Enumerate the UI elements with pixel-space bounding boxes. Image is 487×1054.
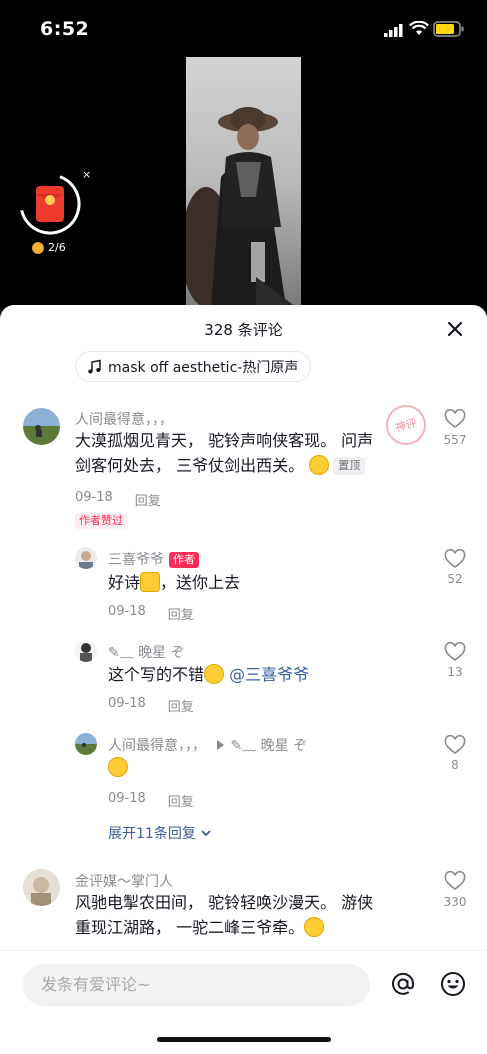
crying-laughing-emoji-icon (108, 757, 128, 777)
avatar[interactable] (23, 869, 60, 906)
author-liked-badge: 作者赞过 (75, 513, 127, 529)
coin-icon (32, 241, 44, 254)
reply-button[interactable]: 回复 (168, 604, 194, 623)
chevron-down-icon (201, 830, 211, 837)
home-indicator[interactable] (157, 1037, 331, 1042)
reply-user-name-text: 三喜爷爷 (108, 552, 164, 568)
comments-count-title: 328 条评论 (204, 321, 283, 339)
music-note-icon (88, 359, 101, 373)
heart-icon[interactable] (444, 871, 466, 891)
reply-arrow-icon (217, 740, 225, 750)
expand-replies-button[interactable]: 展开11条回复 (108, 823, 212, 843)
reply-text-content: 这个写的不错 (108, 665, 205, 684)
comment-text-line-2: 剑客何处去， 三爷仗剑出西关。 置顶 (75, 453, 415, 478)
reply-date: 09-18 (108, 604, 146, 619)
reply-button[interactable]: 回复 (168, 696, 194, 715)
thumbs-up-emoji-icon (140, 572, 161, 592)
comment-user-name[interactable]: 金评媒～掌门人 (75, 871, 173, 891)
red-packet-widget[interactable] (18, 172, 82, 236)
avatar[interactable] (75, 733, 97, 755)
avatar-image (75, 733, 97, 755)
laughing-emoji-icon (204, 664, 225, 684)
like-count: 8 (451, 758, 459, 772)
reply-text-content: 好诗 (108, 573, 141, 592)
mention-link[interactable]: @三喜爷爷 (229, 665, 309, 684)
music-label: mask off aesthetic-热门原声 (108, 359, 299, 376)
like-count: 557 (443, 433, 467, 447)
reply-text-suffix: ，送你上去 (160, 573, 241, 592)
expand-replies-label: 展开11条回复 (108, 826, 196, 842)
status-bar: 6:52 (0, 0, 487, 58)
avatar[interactable] (75, 547, 97, 569)
red-packet-close-button[interactable]: × (82, 168, 91, 181)
crying-laughing-emoji-icon (304, 917, 325, 937)
heart-icon[interactable] (444, 735, 466, 755)
status-time: 6:52 (40, 18, 90, 40)
avatar-image (23, 869, 60, 906)
red-packet-count: 2/6 (48, 241, 66, 254)
avatar-image (23, 408, 60, 445)
reply-user-name-text: 人间最得意，，， (108, 738, 206, 754)
avatar-image (75, 640, 97, 662)
avatar[interactable] (23, 408, 60, 445)
battery-icon (433, 21, 464, 37)
reply-user-name[interactable]: ✎﹏ 晚星 ぞ (108, 642, 185, 662)
video-preview[interactable] (186, 57, 301, 307)
heart-icon[interactable] (444, 549, 466, 569)
comment-text-line: 风驰电掣农田间， 驼铃轻唤沙漫天。 游侠 (75, 893, 374, 912)
comment-text-line: 大漠孤烟见青天， 驼铃声响侠客现。 问声 (75, 431, 374, 450)
author-tag: 作者 (169, 552, 199, 568)
reply-meta: 09-18 回复 (108, 604, 194, 623)
wifi-icon (409, 21, 429, 35)
smirk-emoji-icon (309, 455, 330, 475)
like-count: 330 (443, 895, 467, 909)
comment-input[interactable]: 发条有爱评论~ (23, 964, 370, 1006)
reply-text: 好诗 ，送你上去 (108, 570, 240, 595)
comment-text-line-2: 重现江湖路， 一驼二峰三爷牵。 (75, 915, 415, 940)
like-count: 13 (447, 665, 463, 679)
reply-text: 这个写的不错 @三喜爷爷 (108, 662, 309, 687)
screen: 6:52 × 2/6 328 条评论 mask off aesthetic-热门… (0, 0, 487, 1054)
reply-user-name[interactable]: 人间最得意，，， ✎﹏ 晚星 ぞ (108, 735, 307, 755)
red-packet-icon (19, 173, 81, 235)
comment-text-line2: 重现江湖路， 一驼二峰三爷牵。 (75, 918, 305, 937)
reply-text (108, 755, 128, 780)
like-count: 52 (447, 572, 463, 586)
reply-target-name[interactable]: ✎﹏ 晚星 ぞ (230, 738, 307, 754)
pinned-badge: 置顶 (333, 457, 366, 475)
comment-text: 风驰电掣农田间， 驼铃轻唤沙漫天。 游侠 重现江湖路， 一驼二峰三爷牵。 (75, 890, 415, 940)
at-mention-icon[interactable] (390, 971, 416, 997)
reply-user-name[interactable]: 三喜爷爷 作者 (108, 549, 199, 569)
comment-user-name[interactable]: 人间最得意，，， (75, 409, 173, 429)
reply-button[interactable]: 回复 (168, 791, 194, 810)
comment-input-bar: 发条有爱评论~ (0, 950, 487, 1054)
avatar-image (75, 547, 97, 569)
comment-text: 大漠孤烟见青天， 驼铃声响侠客现。 问声 剑客何处去， 三爷仗剑出西关。 置顶 (75, 428, 415, 478)
red-packet-progress: 2/6 (32, 241, 66, 254)
reply-meta: 09-18 回复 (108, 791, 194, 810)
comments-sheet: 328 条评论 mask off aesthetic-热门原声 人间最得意，，，… (0, 305, 487, 1054)
avatar[interactable] (75, 640, 97, 662)
video-frame (186, 57, 301, 307)
heart-icon[interactable] (444, 642, 466, 662)
reply-meta: 09-18 回复 (108, 696, 194, 715)
comment-date: 09-18 (75, 490, 113, 505)
close-icon[interactable] (445, 319, 465, 339)
heart-icon[interactable] (444, 409, 466, 429)
comment-meta: 09-18 回复 (75, 490, 161, 509)
reply-date: 09-18 (108, 791, 146, 806)
music-tag[interactable]: mask off aesthetic-热门原声 (75, 351, 312, 382)
reply-date: 09-18 (108, 696, 146, 711)
signal-icon (384, 24, 403, 37)
emoji-icon[interactable] (440, 971, 466, 997)
reply-button[interactable]: 回复 (135, 490, 161, 509)
comment-text-line2: 剑客何处去， 三爷仗剑出西关。 (75, 456, 305, 475)
